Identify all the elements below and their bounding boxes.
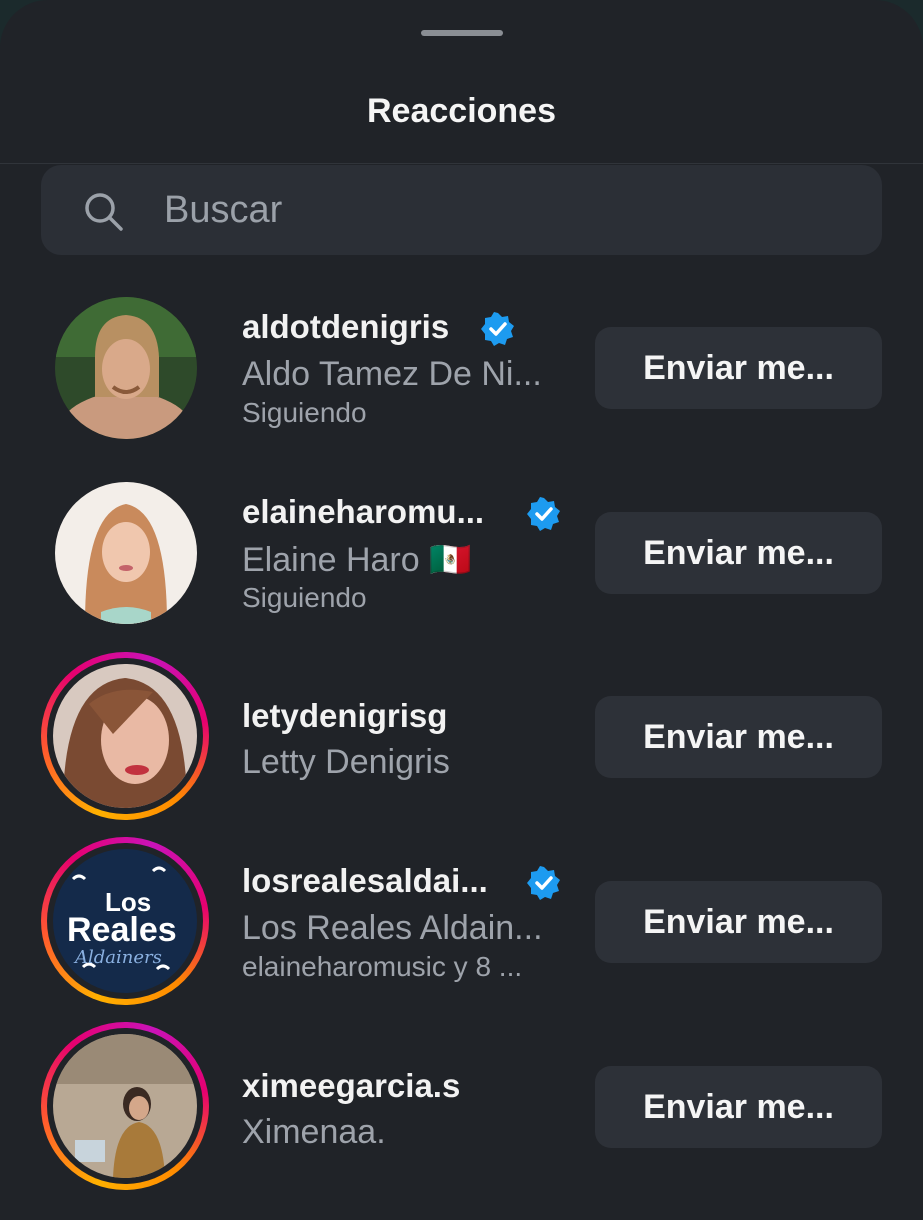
verified-badge-icon bbox=[481, 312, 514, 346]
avatar[interactable] bbox=[41, 468, 209, 636]
username[interactable]: losrealesaldai... bbox=[242, 862, 488, 900]
followed-by: elaineharomusic y 8 ... bbox=[242, 951, 523, 982]
reaction-row[interactable]: letydenigrisg Letty Denigris Enviar me..… bbox=[0, 652, 923, 837]
full-name: Ximenaa. bbox=[242, 1113, 386, 1151]
avatar-story-ring[interactable]: Los Reales Aldainers bbox=[41, 837, 209, 1005]
follow-status: Siguiendo bbox=[242, 397, 367, 428]
avatar-story-ring[interactable] bbox=[41, 652, 209, 820]
full-name: Aldo Tamez De Ni... bbox=[242, 355, 542, 393]
sheet-title: Reacciones bbox=[367, 92, 556, 130]
logo-text-line2: Reales bbox=[67, 911, 177, 949]
profile-photo: Los Reales Aldainers bbox=[53, 849, 197, 993]
send-message-button[interactable]: Enviar me... bbox=[595, 327, 882, 409]
full-name: Elaine Haro 🇲🇽 bbox=[242, 541, 472, 579]
username[interactable]: elaineharomu... bbox=[242, 493, 484, 531]
profile-photo bbox=[55, 297, 197, 439]
avatar-story-ring[interactable] bbox=[41, 1022, 209, 1190]
search-bar[interactable] bbox=[41, 165, 882, 255]
verified-badge-icon bbox=[527, 497, 560, 531]
profile-photo bbox=[53, 664, 197, 808]
header-divider bbox=[0, 163, 923, 164]
send-message-button[interactable]: Enviar me... bbox=[595, 1066, 882, 1148]
reaction-row[interactable]: Los Reales Aldainers losrealesaldai... L… bbox=[0, 837, 923, 1022]
username[interactable]: ximeegarcia.s bbox=[242, 1067, 460, 1105]
search-icon bbox=[85, 193, 123, 231]
full-name: Letty Denigris bbox=[242, 743, 450, 781]
search-input[interactable] bbox=[164, 165, 844, 255]
reaction-row[interactable]: ximeegarcia.s Ximenaa. Enviar me... bbox=[0, 1022, 923, 1207]
send-message-button[interactable]: Enviar me... bbox=[595, 696, 882, 778]
full-name: Los Reales Aldain... bbox=[242, 909, 543, 947]
avatar[interactable] bbox=[41, 283, 209, 451]
verified-badge-icon bbox=[527, 866, 560, 900]
profile-photo bbox=[53, 1034, 197, 1178]
send-message-button[interactable]: Enviar me... bbox=[595, 881, 882, 963]
profile-photo bbox=[55, 482, 197, 624]
drag-handle[interactable] bbox=[421, 30, 503, 36]
reaction-row[interactable]: aldotdenigris Aldo Tamez De Ni... Siguie… bbox=[0, 283, 923, 468]
username[interactable]: letydenigrisg bbox=[242, 697, 447, 735]
follow-status: Siguiendo bbox=[242, 582, 367, 613]
reactions-sheet: Reacciones aldotdenigris Aldo Tamez De N… bbox=[0, 0, 923, 1220]
username[interactable]: aldotdenigris bbox=[242, 308, 449, 346]
reaction-row[interactable]: elaineharomu... Elaine Haro 🇲🇽 Siguiendo… bbox=[0, 468, 923, 653]
logo-text-line3: Aldainers bbox=[73, 947, 162, 968]
send-message-button[interactable]: Enviar me... bbox=[595, 512, 882, 594]
